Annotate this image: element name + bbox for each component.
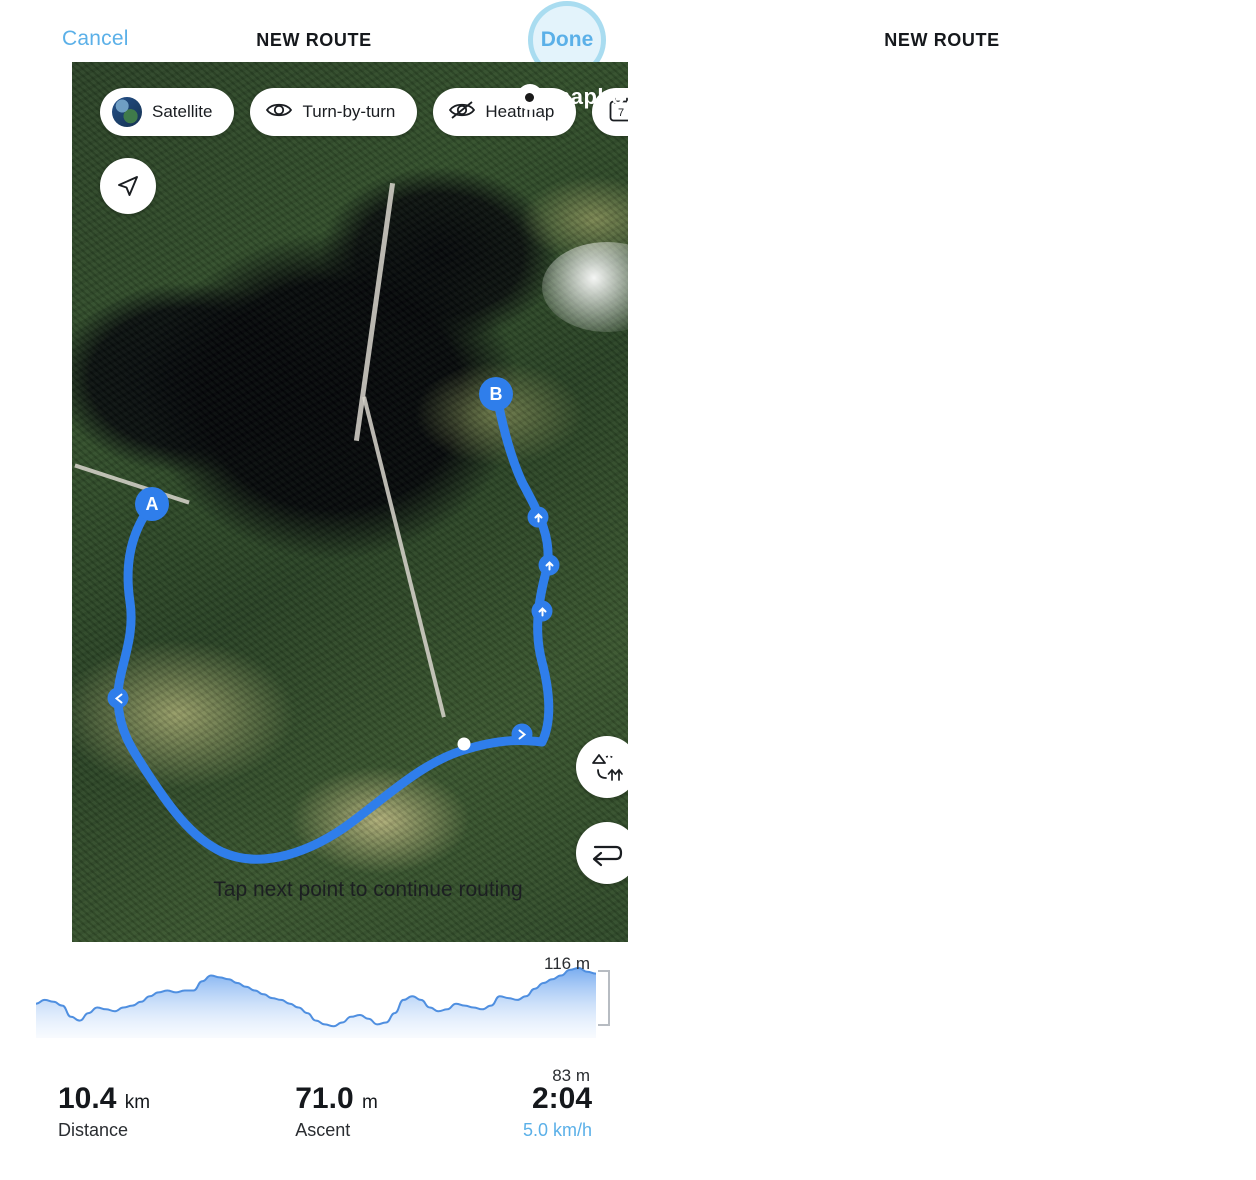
turn-arrow-marker xyxy=(511,723,533,745)
page-title: NEW ROUTE xyxy=(884,29,1000,50)
globe-icon xyxy=(112,97,142,127)
left-stats-row: 10.4 km Distance 71.0 m Ascent 2:04 5.0 … xyxy=(58,1082,592,1141)
route-marker-a[interactable]: A xyxy=(135,487,169,521)
stat-label: Ascent xyxy=(295,1120,351,1140)
turn-arrow-marker xyxy=(107,687,129,709)
elevation-max-label: 116 m xyxy=(544,954,590,973)
dual-screen-container: Cancel NEW ROUTE Done A B Satellite Turn… xyxy=(0,0,1256,1180)
left-map[interactable]: A B Satellite Turn-by-turn Heatmap 7 map… xyxy=(72,62,664,942)
stat-unit: m xyxy=(361,1092,378,1113)
stat-value: 71.0 m xyxy=(295,1082,378,1116)
stat-distance: 10.4 km Distance xyxy=(58,1082,150,1141)
eye-off-icon xyxy=(449,100,476,125)
left-elevation-profile: 116 m 83 m xyxy=(36,954,628,1085)
terrain-icon xyxy=(592,754,623,781)
stat-label: 5.0 km/h xyxy=(522,1120,592,1140)
stat-unit: km xyxy=(124,1092,151,1113)
stat-value: 2:04 xyxy=(531,1082,592,1115)
mapbox-label: mapbox xyxy=(550,84,638,109)
page-title: NEW ROUTE xyxy=(256,29,372,50)
right-nav-bar: NEW ROUTE xyxy=(628,0,1256,80)
route-waypoint-dot[interactable] xyxy=(457,737,471,751)
chip-satellite[interactable]: Satellite xyxy=(100,88,235,136)
stat-duration: 2:04 5.0 km/h xyxy=(523,1082,592,1141)
stat-ascent: 71.0 m Ascent xyxy=(295,1082,378,1141)
right-screen: NEW ROUTE B A xyxy=(628,0,1256,1180)
map-hint-text: Tap next point to continue routing xyxy=(213,878,523,901)
stat-label: Distance xyxy=(58,1120,129,1140)
undo-icon xyxy=(592,845,623,867)
eye-icon xyxy=(266,100,293,125)
elevation-chart xyxy=(36,966,596,1038)
done-button[interactable]: Done xyxy=(541,28,594,52)
route-marker-b[interactable]: B xyxy=(479,377,513,411)
cancel-button[interactable]: Cancel xyxy=(62,27,129,51)
stat-number: 71.0 xyxy=(295,1082,354,1115)
chip-turn-by-turn[interactable]: Turn-by-turn xyxy=(250,88,418,136)
turn-arrow-marker xyxy=(527,506,549,528)
left-screen: Cancel NEW ROUTE Done A B Satellite Turn… xyxy=(0,0,664,1180)
chip-label: Turn-by-turn xyxy=(302,102,396,121)
chip-label: Satellite xyxy=(152,102,213,121)
locate-icon xyxy=(118,176,138,196)
turn-arrow-marker xyxy=(538,554,560,576)
mapbox-attribution: mapbox xyxy=(516,84,638,110)
elevation-bracket xyxy=(598,970,610,1026)
locate-icon-button[interactable] xyxy=(100,158,156,214)
turn-arrow-marker xyxy=(531,600,553,622)
mapbox-icon xyxy=(516,84,543,110)
stat-number: 10.4 xyxy=(58,1082,117,1115)
stat-value: 10.4 km xyxy=(58,1082,150,1116)
